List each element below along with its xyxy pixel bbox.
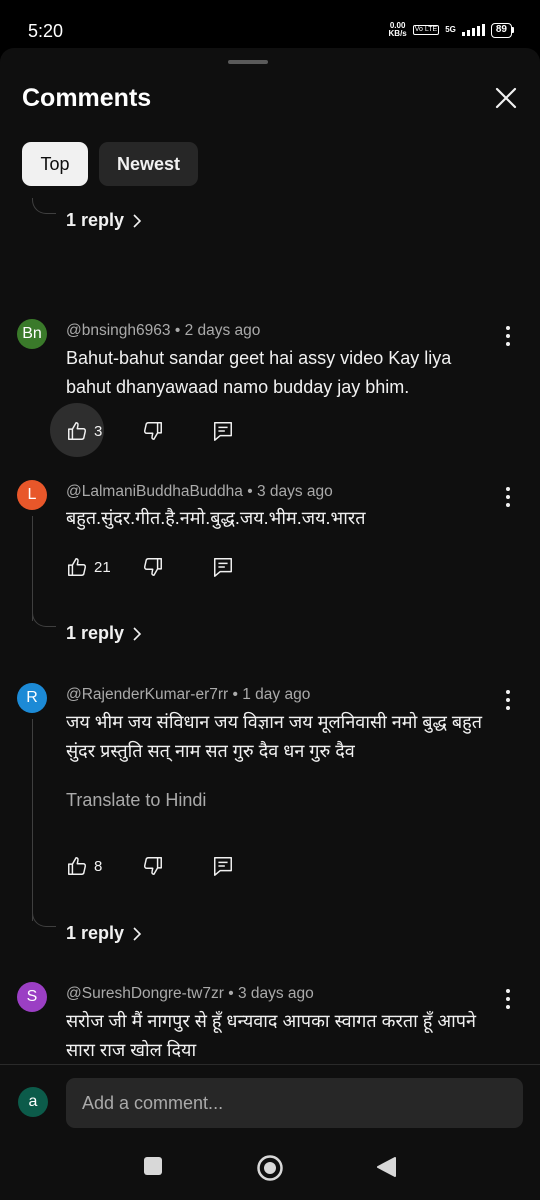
triangle-back-icon[interactable] (375, 1156, 397, 1178)
thumb-down-icon[interactable] (142, 556, 164, 578)
system-nav-bar (0, 1120, 540, 1200)
status-time: 5:20 (28, 21, 64, 41)
comments-sheet: Comments Top Newest 1 reply Bn @bnsingh6… (0, 48, 540, 1200)
more-vert-icon[interactable] (498, 986, 518, 1012)
status-icons: 0.00 KB/s Vo LTE 5G 89 (389, 22, 514, 38)
comment-meta: @LalmaniBuddhaBuddha • 3 days ago (66, 483, 333, 500)
comment-author[interactable]: @LalmaniBuddhaBuddha (66, 483, 243, 500)
thumb-up-icon (68, 422, 87, 440)
like-button[interactable]: 3 (66, 420, 102, 442)
comment-time: 3 days ago (256, 483, 333, 500)
comment-text: Bahut-bahut sandar geet hai assy video K… (66, 348, 452, 397)
volte-icon: Vo LTE (412, 25, 440, 35)
sheet-title: Comments (22, 84, 152, 112)
network-speed: 0.00 KB/s (389, 22, 407, 38)
more-vert-icon[interactable] (498, 687, 518, 713)
comment-text: जय भीम जय संविधान जय विज्ञान जय मूलनिवास… (66, 712, 482, 761)
view-replies-label: 1 reply (66, 923, 125, 943)
chevron-right-icon (133, 626, 142, 641)
thumb-up-icon (68, 558, 87, 576)
comment-time: 1 day ago (242, 686, 311, 703)
like-count: 21 (94, 558, 111, 576)
thumb-up-icon (68, 857, 87, 875)
like-count: 3 (94, 422, 103, 440)
signal-icon (461, 24, 485, 36)
more-vert-icon[interactable] (498, 323, 518, 349)
user-avatar[interactable]: a (18, 1087, 48, 1117)
thread-line (32, 516, 33, 621)
comment-author[interactable]: @RajenderKumar-er7rr (66, 686, 228, 703)
comment-icon[interactable] (212, 556, 234, 578)
chevron-right-icon (133, 926, 142, 941)
circle-icon[interactable] (256, 1154, 284, 1182)
comment-icon[interactable] (212, 855, 234, 877)
network-speed-unit: KB/s (388, 29, 407, 38)
comment-meta: @bnsingh6963 • 2 days ago (66, 322, 261, 339)
avatar[interactable]: S (17, 982, 47, 1012)
comment-author[interactable]: @bnsingh6963 (66, 322, 171, 339)
thumb-down-icon[interactable] (142, 420, 164, 442)
comment-text: सरोज जी मैं नागपुर से हूँ धन्यवाद आपका स… (66, 1011, 476, 1060)
avatar[interactable]: R (17, 683, 47, 713)
avatar[interactable]: L (17, 480, 47, 510)
tab-newest[interactable]: Newest (99, 142, 198, 186)
tab-top[interactable]: Top (22, 142, 88, 186)
like-button[interactable]: 21 (66, 556, 111, 578)
like-count: 8 (94, 857, 103, 875)
thread-connector (32, 198, 56, 214)
view-replies-button[interactable]: 1 reply (66, 923, 142, 944)
close-icon[interactable] (492, 84, 520, 112)
view-replies-button[interactable]: 1 reply (66, 210, 142, 231)
square-icon[interactable] (143, 1156, 163, 1176)
comment-author[interactable]: @SureshDongre-tw7zr (66, 985, 224, 1002)
comment-icon[interactable] (212, 420, 234, 442)
comment-time: 2 days ago (184, 322, 261, 339)
view-replies-label: 1 reply (66, 210, 125, 230)
like-button[interactable]: 8 (66, 855, 102, 877)
comment-meta: @RajenderKumar-er7rr • 1 day ago (66, 686, 311, 703)
translate-link[interactable]: Translate to Hindi (66, 790, 206, 811)
avatar[interactable]: Bn (17, 319, 47, 349)
battery-icon: 89 (490, 22, 514, 38)
status-bar: 5:20 0.00 KB/s Vo LTE 5G 89 (0, 0, 540, 48)
comment-text: बहुत.सुंदर.गीत.है.नमो.बुद्ध.जय.भीम.जय.भा… (66, 508, 366, 528)
more-vert-icon[interactable] (498, 484, 518, 510)
comment-time: 3 days ago (237, 985, 314, 1002)
thread-connector (32, 611, 56, 627)
network-type: 5G (445, 25, 456, 34)
chevron-right-icon (133, 213, 142, 228)
thread-line (32, 719, 33, 921)
thread-connector (32, 911, 56, 927)
comments-list: 1 reply Bn @bnsingh6963 • 2 days ago Bah… (0, 198, 540, 1060)
comment-meta: @SureshDongre-tw7zr • 3 days ago (66, 985, 314, 1002)
view-replies-label: 1 reply (66, 623, 125, 643)
battery-level: 89 (490, 22, 512, 38)
thumb-down-icon[interactable] (142, 855, 164, 877)
drag-handle[interactable] (228, 60, 268, 64)
view-replies-button[interactable]: 1 reply (66, 623, 142, 644)
